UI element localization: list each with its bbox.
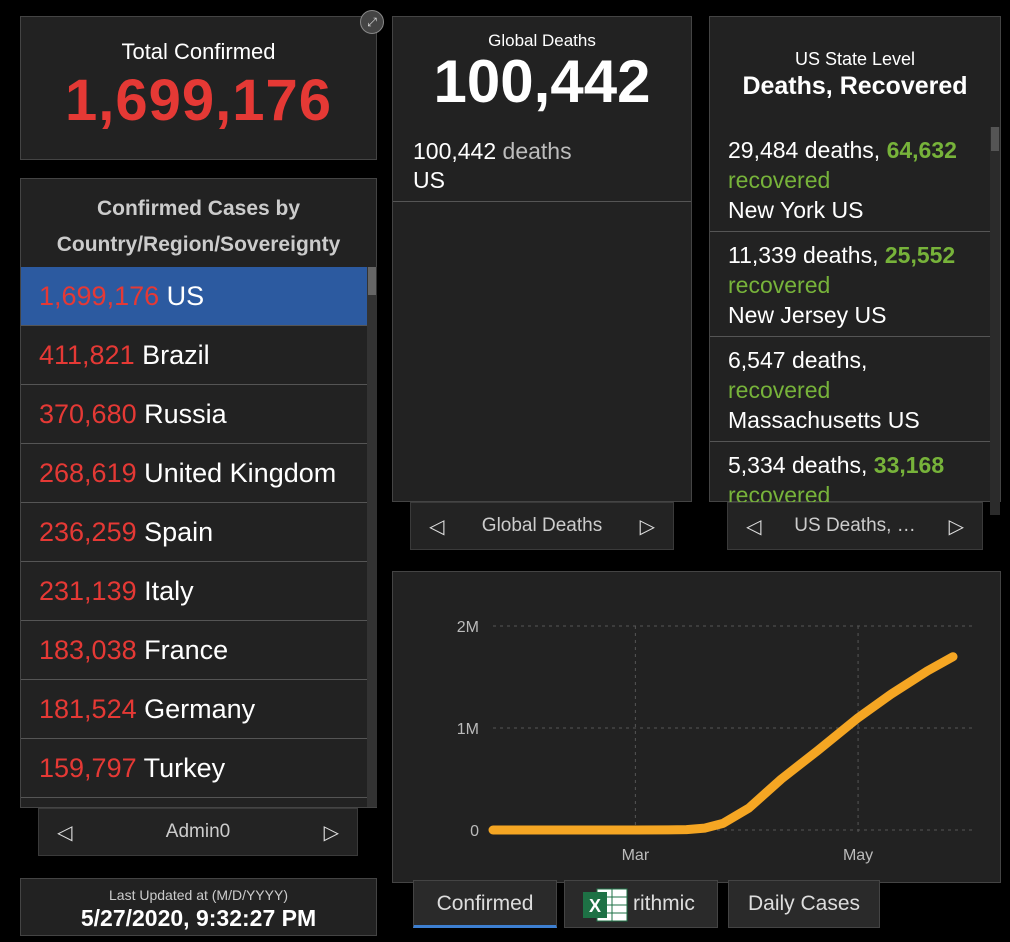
confirmed-chart-panel: 0 1M 2M Mar May — [392, 571, 1001, 883]
list-item[interactable]: 183,038 France — [21, 621, 367, 680]
recovered-count: 33,168 — [873, 452, 945, 478]
country-list-scrollbar[interactable] — [367, 267, 377, 807]
case-count: 181,524 — [39, 694, 137, 724]
state-name: New Jersey US — [728, 302, 887, 328]
tab-label: Confirmed — [436, 892, 534, 915]
global-deaths-panel: Global Deaths 100,442 100,442 deaths US — [392, 16, 692, 502]
us-state-panel: US State Level Deaths, Recovered 29,484 … — [709, 16, 1001, 515]
us-state-scrollbar[interactable] — [990, 127, 1000, 515]
list-item[interactable]: 268,619 United Kingdom — [21, 444, 367, 503]
confirmed-line-chart[interactable]: 0 1M 2M Mar May — [393, 572, 1000, 882]
case-count: 236,259 — [39, 517, 137, 547]
pager-label: US Deaths, … — [794, 515, 916, 536]
total-confirmed-panel: Total Confirmed 1,699,176 — [20, 16, 377, 160]
case-count: 159,797 — [39, 753, 137, 783]
us-state-label: US State Level — [794, 49, 916, 69]
case-count: 231,139 — [39, 576, 137, 606]
list-item[interactable]: 100,442 deaths US — [393, 131, 691, 201]
state-name: Massachusetts US — [728, 407, 920, 433]
case-count: 1,699,176 — [39, 281, 160, 311]
chevron-left-icon[interactable]: ◁ — [57, 820, 72, 845]
chevron-right-icon[interactable]: ▷ — [640, 514, 655, 539]
tab-confirmed[interactable]: Confirmed — [413, 880, 557, 928]
tab-logarithmic[interactable]: X rithmic — [564, 880, 718, 928]
x-tick-label: Mar — [622, 847, 650, 864]
country-name: Germany — [144, 694, 256, 724]
scrollbar-thumb[interactable] — [991, 127, 999, 151]
case-count: 183,038 — [39, 635, 137, 665]
list-item[interactable]: 159,797 Turkey — [21, 739, 367, 798]
chevron-left-icon[interactable]: ◁ — [746, 514, 761, 539]
country-list-panel: Confirmed Cases by Country/Region/Sovere… — [20, 178, 377, 808]
y-tick-label: 2M — [457, 619, 479, 636]
country-name: Italy — [144, 576, 194, 606]
death-count: 6,547 deaths, — [728, 347, 868, 373]
excel-icon: X — [579, 885, 633, 925]
us-state-heading: Deaths, Recovered — [742, 72, 968, 100]
country-list[interactable]: 1,699,176 US 411,821 Brazil 370,680 Russ… — [21, 267, 367, 807]
global-deaths-pager: ◁ Global Deaths ▷ — [410, 502, 674, 550]
death-count: 11,339 deaths, — [728, 242, 879, 268]
series-line — [488, 652, 958, 835]
country-name: US — [166, 281, 205, 311]
list-item[interactable]: 236,259 Spain — [21, 503, 367, 562]
divider — [393, 201, 691, 202]
death-count: 5,334 deaths, — [728, 452, 868, 478]
state-name: New York US — [728, 197, 864, 223]
country-name: United Kingdom — [144, 458, 337, 488]
total-confirmed-label: Total Confirmed — [121, 39, 276, 64]
total-confirmed-value: 1,699,176 — [64, 68, 333, 133]
country-name: Brazil — [142, 340, 210, 370]
last-updated-label: Last Updated at (M/D/YYYY) — [109, 887, 288, 903]
tab-daily-cases[interactable]: Daily Cases — [728, 880, 880, 928]
death-count: 29,484 deaths, — [728, 137, 881, 163]
list-item[interactable]: 29,484 deaths, 64,632 recovered New York… — [710, 127, 990, 232]
chevron-left-icon[interactable]: ◁ — [429, 514, 444, 539]
svg-text:X: X — [589, 896, 601, 916]
tab-label: rithmic — [633, 892, 695, 915]
list-item[interactable]: 411,821 Brazil — [21, 326, 367, 385]
global-deaths-value: 100,442 — [433, 48, 651, 115]
case-count: 268,619 — [39, 458, 137, 488]
recovered-count: 64,632 — [886, 137, 957, 163]
country-name: US — [413, 167, 445, 193]
last-updated-panel: Last Updated at (M/D/YYYY) 5/27/2020, 9:… — [20, 878, 377, 936]
country-name: Turkey — [143, 753, 226, 783]
list-item[interactable]: 231,139 Italy — [21, 562, 367, 621]
pager-label: Global Deaths — [481, 515, 603, 536]
y-tick-label: 0 — [470, 823, 479, 840]
list-item[interactable]: 370,680 Russia — [21, 385, 367, 444]
pager-label: Admin0 — [165, 821, 231, 842]
death-count: 100,442 — [413, 138, 497, 164]
case-count: 411,821 — [39, 340, 135, 370]
country-name: France — [144, 635, 229, 665]
x-tick-label: May — [843, 847, 873, 864]
us-state-pager: ◁ US Deaths, … ▷ — [727, 502, 983, 550]
country-list-title-line2: Country/Region/Sovereignty — [56, 233, 341, 256]
death-unit: deaths — [502, 138, 572, 164]
list-item[interactable]: 6,547 deaths, recovered Massachusetts US — [710, 337, 990, 442]
recovered-count: 25,552 — [884, 242, 956, 268]
country-name: Russia — [144, 399, 227, 429]
list-item[interactable]: 181,524 Germany — [21, 680, 367, 739]
country-list-pager: ◁ Admin0 ▷ — [38, 808, 358, 856]
y-tick-label: 1M — [457, 721, 479, 738]
list-item[interactable]: 11,339 deaths, 25,552 recovered New Jers… — [710, 232, 990, 337]
recovered-label: recovered — [728, 167, 831, 193]
recovered-label: recovered — [728, 272, 831, 298]
last-updated-value: 5/27/2020, 9:32:27 PM — [80, 905, 317, 931]
country-name: Spain — [144, 517, 214, 547]
list-item[interactable]: 1,699,176 US — [21, 267, 367, 326]
chevron-right-icon[interactable]: ▷ — [949, 514, 964, 539]
country-list-title: Confirmed Cases by Country/Region/Sovere… — [21, 179, 376, 271]
recovered-label: recovered — [728, 377, 831, 403]
expand-icon[interactable]: ⤢ — [360, 10, 384, 34]
us-state-list[interactable]: 29,484 deaths, 64,632 recovered New York… — [710, 127, 990, 515]
chevron-right-icon[interactable]: ▷ — [324, 820, 339, 845]
tab-label: Daily Cases — [747, 892, 861, 915]
case-count: 370,680 — [39, 399, 137, 429]
country-list-title-line1: Confirmed Cases by — [96, 197, 301, 220]
scrollbar-thumb[interactable] — [368, 267, 376, 295]
